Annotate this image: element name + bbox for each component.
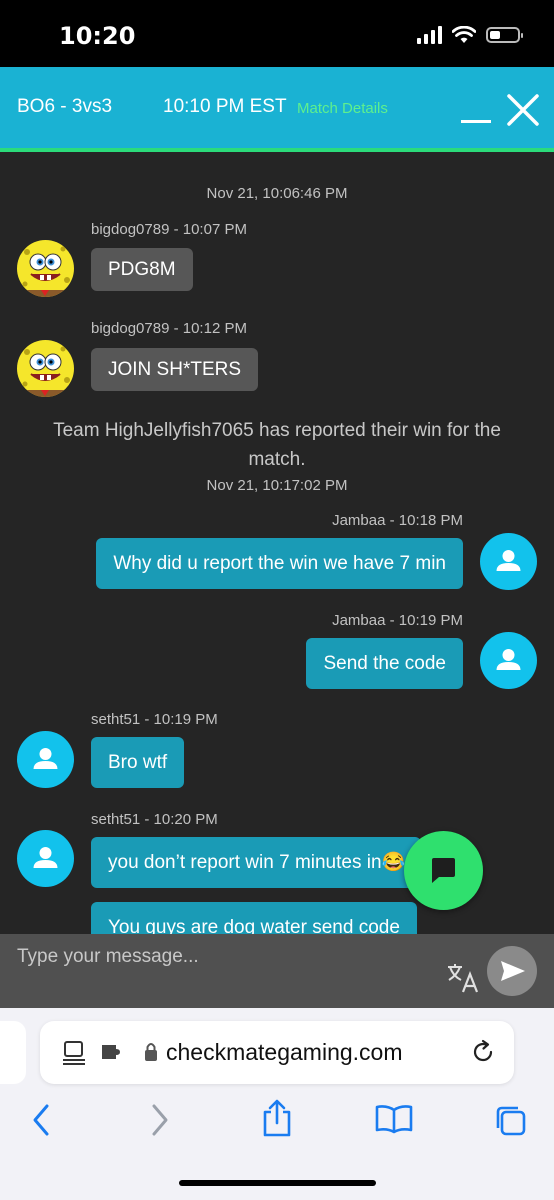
match-details-link[interactable]: Match Details xyxy=(297,100,388,117)
chat-area[interactable]: Nov 21, 10:06:46 PM bigdog0789 - 10:07 P… xyxy=(0,152,554,934)
avatar[interactable] xyxy=(17,731,74,788)
avatar[interactable] xyxy=(480,632,537,689)
match-mode: BO6 - 3vs3 xyxy=(17,96,113,117)
avatar[interactable] xyxy=(17,240,74,297)
message-bubble: JOIN SH*TERS xyxy=(91,348,259,391)
forward-icon[interactable] xyxy=(147,1102,173,1138)
avatar[interactable] xyxy=(17,340,74,397)
previous-tab-peek[interactable] xyxy=(0,1021,26,1084)
message-input-placeholder: Type your message... xyxy=(17,946,199,967)
spongebob-avatar-icon xyxy=(17,240,74,297)
status-time: 10:20 xyxy=(59,22,136,50)
browser-chrome: checkmategaming.com xyxy=(0,1008,554,1200)
chat-icon xyxy=(432,858,455,883)
match-time: 10:10 PM EST xyxy=(163,96,287,117)
battery-icon xyxy=(486,27,523,43)
system-timestamp: Nov 21, 10:17:02 PM xyxy=(206,477,348,494)
status-bar: 10:20 xyxy=(0,0,554,67)
message-bubble: PDG8M xyxy=(91,248,193,291)
user-icon xyxy=(496,649,521,670)
message-bubble: Bro wtf xyxy=(91,737,185,788)
bookmarks-icon[interactable] xyxy=(375,1104,413,1134)
send-button[interactable] xyxy=(487,946,537,996)
home-indicator[interactable] xyxy=(179,1180,376,1186)
user-icon xyxy=(33,748,58,769)
signal-icon xyxy=(417,26,442,44)
tabs-icon[interactable] xyxy=(494,1104,528,1138)
address-bar[interactable]: checkmategaming.com xyxy=(40,1021,514,1084)
send-icon xyxy=(501,961,525,981)
user-icon xyxy=(496,550,521,571)
message-meta: Jambaa - 10:18 PM xyxy=(332,512,463,529)
lock-icon xyxy=(145,1043,157,1061)
message-bubble: Send the code xyxy=(306,638,463,689)
spongebob-avatar-icon xyxy=(17,340,74,397)
message-meta: setht51 - 10:19 PM xyxy=(91,711,218,728)
message-meta: setht51 - 10:20 PM xyxy=(91,811,218,828)
message-meta: Jambaa - 10:19 PM xyxy=(332,612,463,629)
close-icon[interactable] xyxy=(505,92,541,128)
message-meta: bigdog0789 - 10:12 PM xyxy=(91,320,247,337)
extension-icon[interactable] xyxy=(100,1042,126,1062)
match-header: BO6 - 3vs3 10:10 PM EST Match Details xyxy=(0,67,554,152)
reload-icon[interactable] xyxy=(470,1039,496,1065)
reader-icon[interactable] xyxy=(62,1040,86,1066)
message-meta: bigdog0789 - 10:07 PM xyxy=(91,221,247,238)
system-timestamp: Nov 21, 10:06:46 PM xyxy=(206,185,348,202)
share-icon[interactable] xyxy=(260,1098,294,1138)
wifi-icon xyxy=(452,26,476,43)
avatar[interactable] xyxy=(17,830,74,887)
avatar[interactable] xyxy=(480,533,537,590)
message-bubble: you don’t report win 7 minutes in😂 xyxy=(91,837,421,888)
status-icons xyxy=(417,26,523,44)
back-icon[interactable] xyxy=(28,1102,54,1138)
chat-fab-button[interactable] xyxy=(404,831,483,910)
url-text: checkmategaming.com xyxy=(166,1039,403,1065)
system-message: Team HighJellyfish7065 has reported thei… xyxy=(53,420,501,470)
message-bubble: You guys are dog water send code xyxy=(91,902,417,934)
user-icon xyxy=(33,847,58,868)
minimize-icon[interactable] xyxy=(461,97,491,127)
message-bubble: Why did u report the win we have 7 min xyxy=(96,538,463,589)
translate-icon[interactable] xyxy=(446,962,480,994)
